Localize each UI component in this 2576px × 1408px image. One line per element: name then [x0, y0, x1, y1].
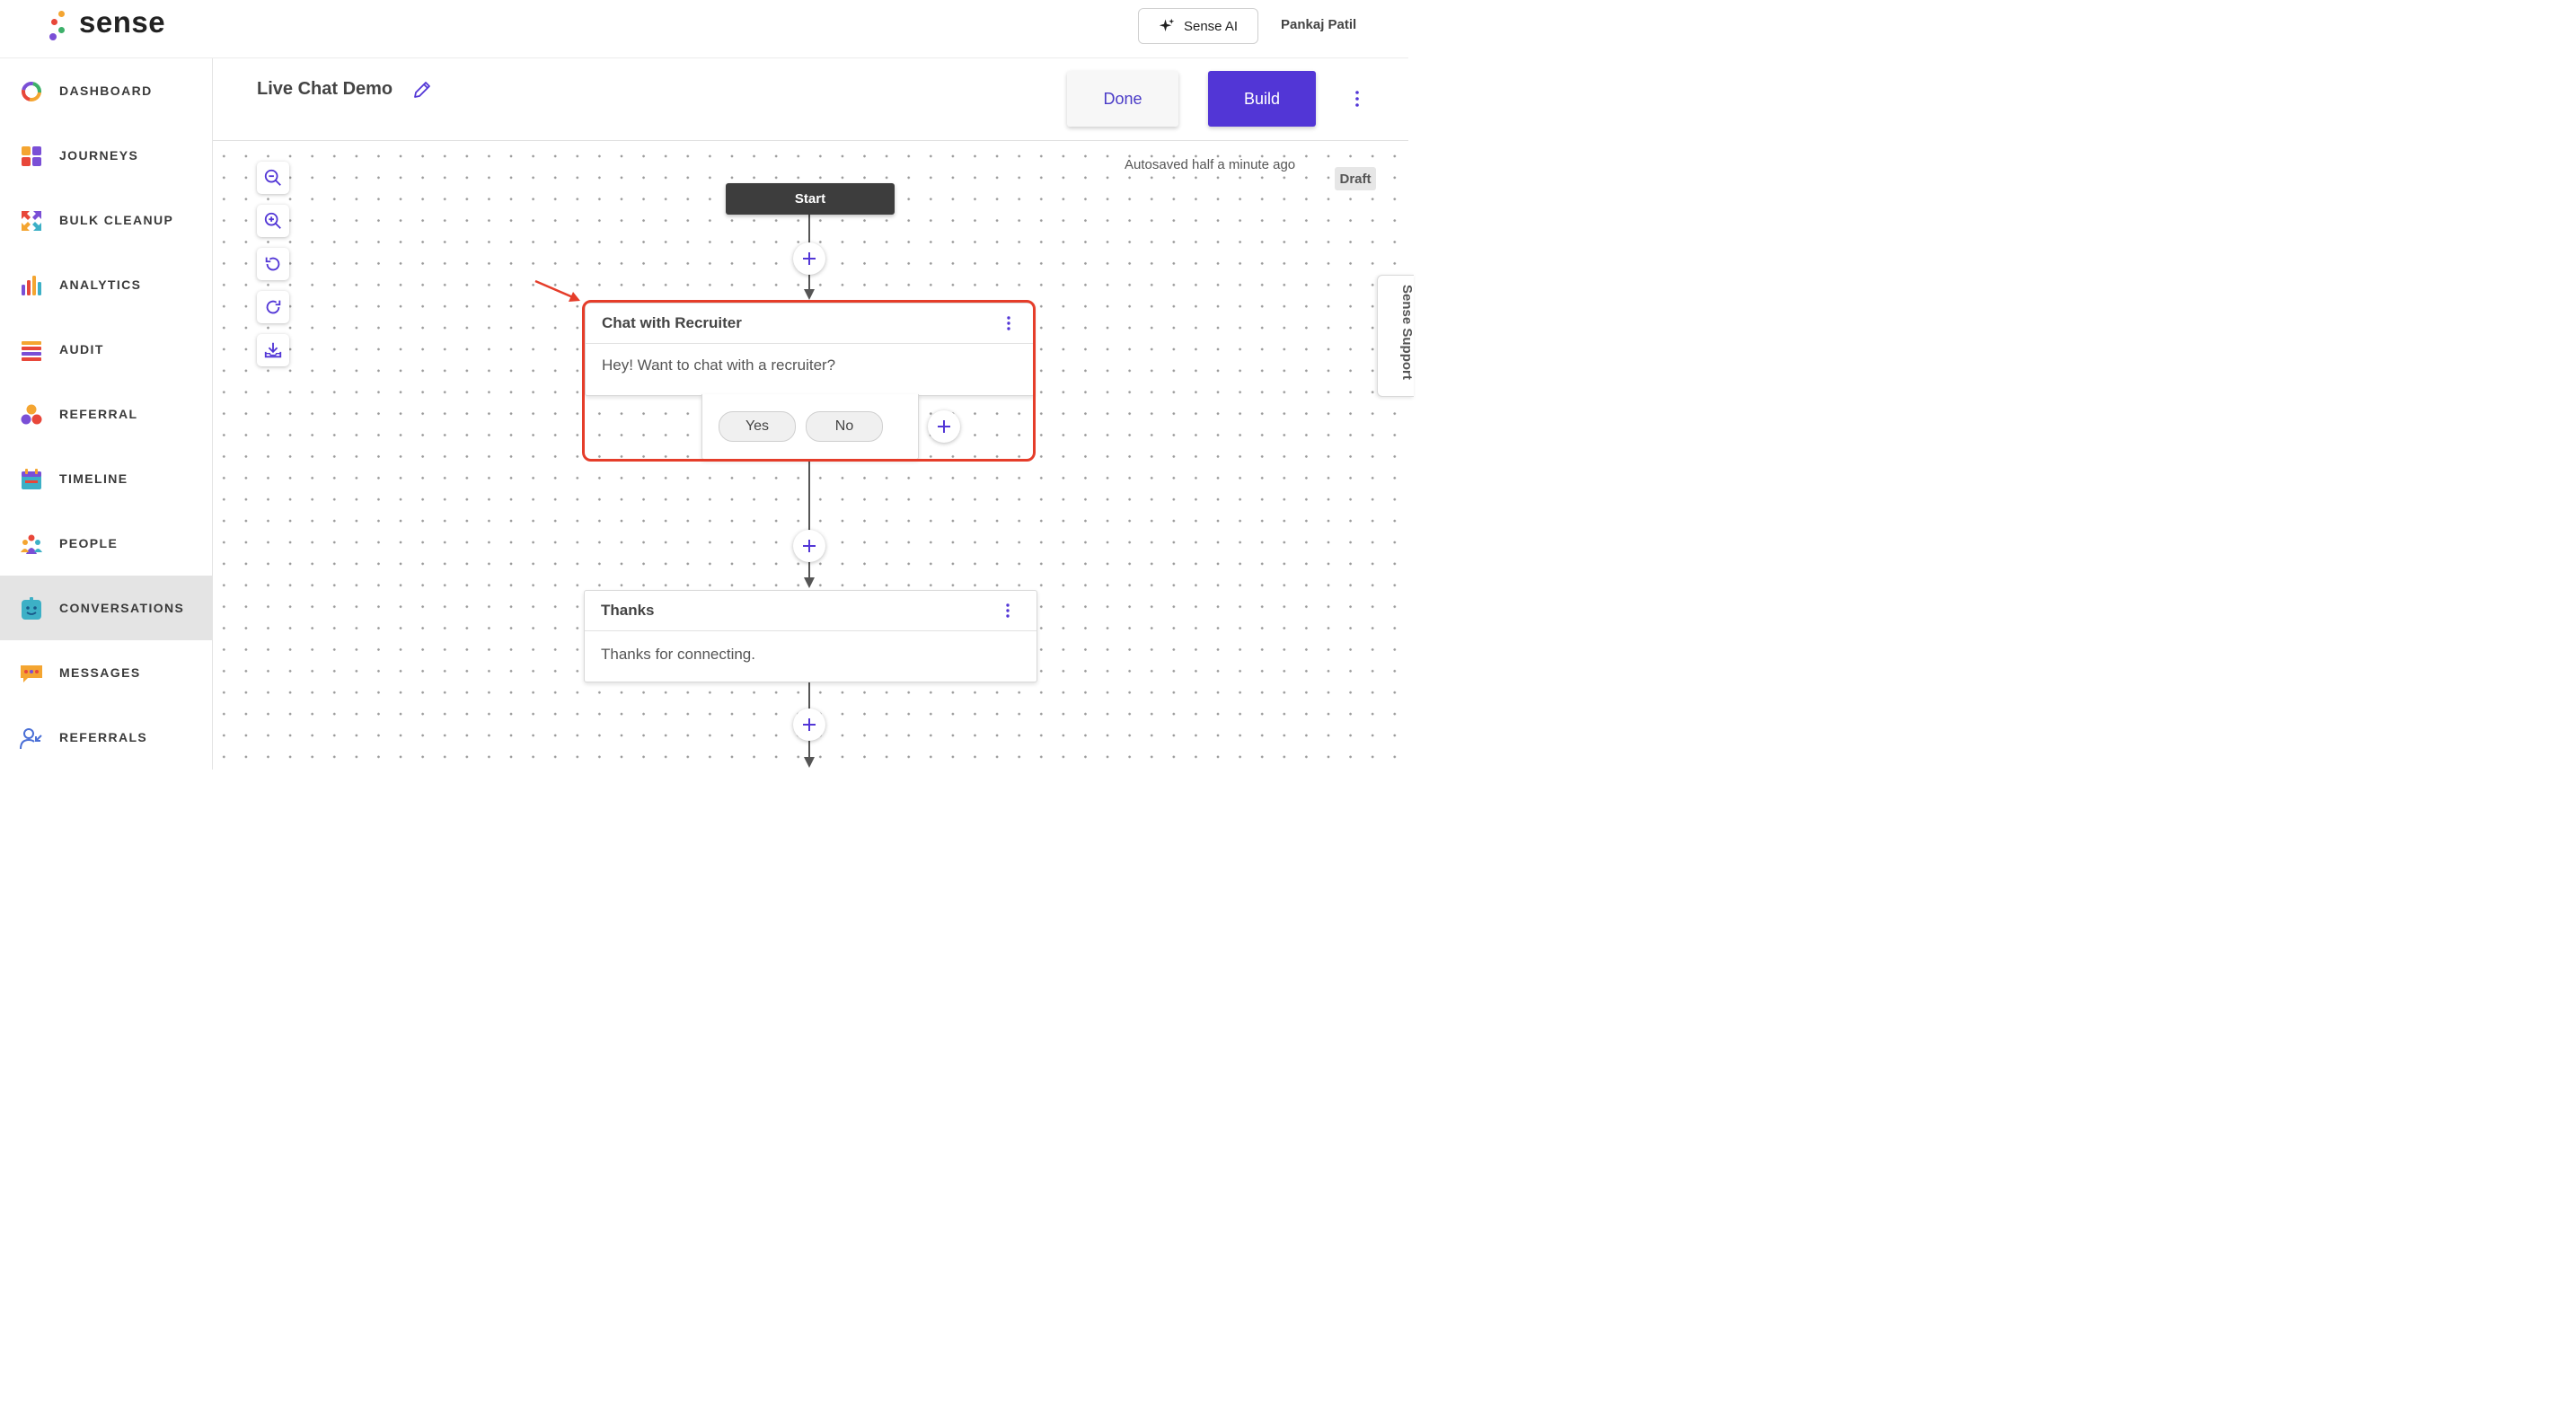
- plus-icon: [803, 718, 816, 731]
- node-message: Thanks for connecting.: [601, 646, 755, 663]
- add-step-button[interactable]: [793, 708, 825, 741]
- plus-icon: [803, 252, 816, 265]
- node-title: Thanks: [601, 602, 655, 619]
- add-step-button[interactable]: [793, 530, 825, 562]
- sense-support-label: Sense Support: [1399, 285, 1415, 380]
- add-step-button[interactable]: [793, 242, 825, 275]
- start-node[interactable]: Start: [726, 183, 895, 215]
- node-divider: [585, 630, 1037, 631]
- sense-support-tab[interactable]: Sense Support: [1377, 275, 1415, 397]
- flow-node-thanks[interactable]: Thanks Thanks for connecting.: [584, 590, 1037, 682]
- node-more-icon[interactable]: [1001, 600, 1014, 621]
- highlight-annotation: [582, 300, 1036, 462]
- plus-icon: [803, 540, 816, 552]
